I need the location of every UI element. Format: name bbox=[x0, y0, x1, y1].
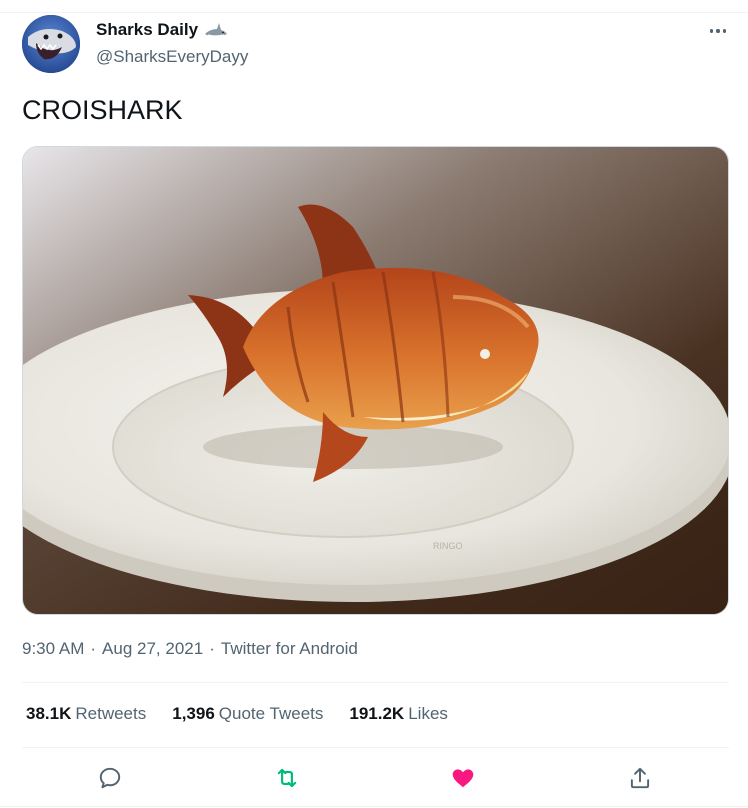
tweet-actions bbox=[0, 756, 748, 800]
share-icon[interactable] bbox=[626, 764, 654, 792]
retweets-label: Retweets bbox=[75, 704, 147, 723]
heart-icon[interactable] bbox=[449, 764, 477, 792]
meta-separator: · bbox=[90, 639, 97, 658]
quote-tweets-label: Quote Tweets bbox=[218, 704, 324, 723]
display-name[interactable]: Sharks Daily bbox=[96, 20, 198, 40]
user-handle[interactable]: @SharksEveryDayy bbox=[96, 47, 248, 67]
retweets-count: 38.1K bbox=[26, 704, 72, 723]
top-divider bbox=[0, 12, 748, 13]
divider bbox=[22, 747, 729, 748]
bottom-divider bbox=[0, 806, 748, 807]
image-watermark: RINGO bbox=[433, 541, 463, 551]
retweet-icon[interactable] bbox=[273, 764, 301, 792]
meta-separator: · bbox=[209, 639, 215, 658]
user-name-row[interactable]: Sharks Daily bbox=[96, 20, 228, 40]
likes-stat[interactable]: 191.2K Likes bbox=[349, 704, 448, 724]
tweet-time[interactable]: 9:30 AM bbox=[22, 639, 84, 659]
tweet-source[interactable]: Twitter for Android bbox=[221, 639, 358, 659]
divider bbox=[22, 682, 729, 683]
tweet-date[interactable]: Aug 27, 2021 bbox=[102, 639, 203, 659]
reply-icon[interactable] bbox=[96, 764, 124, 792]
tweet-media-image[interactable]: RINGO bbox=[22, 146, 729, 615]
tweet-meta: 9:30 AM · Aug 27, 2021 · Twitter for And… bbox=[22, 639, 358, 659]
likes-count: 191.2K bbox=[349, 704, 405, 723]
quote-tweets-stat[interactable]: 1,396 Quote Tweets bbox=[172, 704, 323, 724]
tweet-stats: 38.1K Retweets 1,396 Quote Tweets 191.2K Li… bbox=[26, 704, 448, 724]
avatar[interactable] bbox=[22, 15, 80, 73]
tweet-text: CROISHARK bbox=[22, 95, 183, 125]
shark-icon bbox=[205, 23, 228, 37]
croissant-shark-photo: RINGO bbox=[23, 147, 728, 614]
avatar-shark-image bbox=[22, 15, 80, 73]
quote-tweets-count: 1,396 bbox=[172, 704, 215, 723]
more-options-icon[interactable] bbox=[706, 22, 730, 40]
likes-label: Likes bbox=[408, 704, 448, 723]
retweets-stat[interactable]: 38.1K Retweets bbox=[26, 704, 146, 724]
